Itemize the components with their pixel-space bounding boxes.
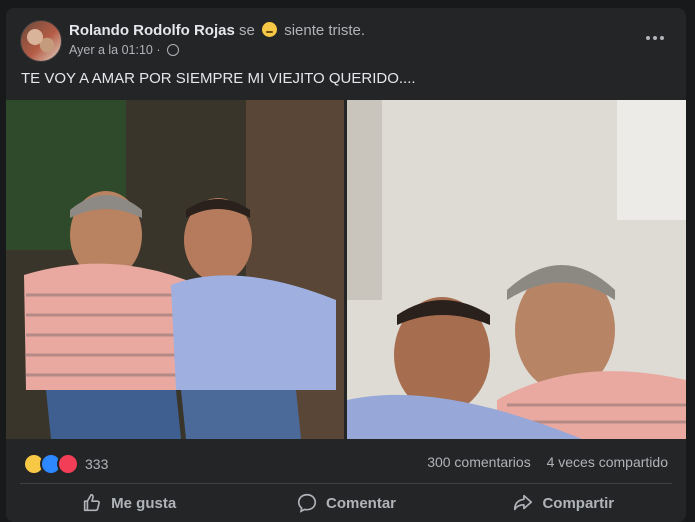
sad-face-icon — [262, 22, 278, 37]
globe-icon[interactable] — [166, 44, 179, 56]
timestamp[interactable]: Ayer a la 01:10 · — [69, 43, 161, 57]
comment-label: Comentar — [325, 494, 396, 512]
reaction-stats: 333 300 comentarios 4 veces compartido — [6, 448, 686, 476]
more-options-icon — [646, 36, 650, 40]
reaction-count: 333 — [85, 456, 109, 472]
post-meta: Ayer a la 01:10 · — [69, 43, 179, 57]
feeling-prefix: se — [239, 22, 255, 39]
author-line: Rolando Rodolfo Rojas se siente triste. — [69, 22, 365, 39]
photo-grid — [6, 100, 686, 439]
reactions-summary[interactable]: 333 — [23, 453, 108, 475]
engagement-counts: 300 comentarios 4 veces compartido — [427, 454, 668, 470]
photo-left-image — [6, 100, 344, 439]
comment-button[interactable]: Comentar — [237, 486, 454, 520]
more-options-button[interactable] — [640, 26, 670, 50]
divider — [20, 483, 672, 484]
post-header: Rolando Rodolfo Rojas se siente triste. … — [6, 8, 686, 68]
author-avatar[interactable] — [20, 20, 62, 62]
like-label: Me gusta — [111, 494, 177, 512]
share-arrow-icon — [514, 494, 533, 511]
share-label: Compartir — [542, 494, 615, 512]
love-reaction-icon — [57, 453, 79, 475]
thumbs-up-icon — [83, 493, 101, 512]
like-button[interactable]: Me gusta — [20, 486, 237, 520]
more-options-icon — [660, 36, 664, 40]
post-card: Rolando Rodolfo Rojas se siente triste. … — [6, 8, 686, 522]
author-name[interactable]: Rolando Rodolfo Rojas — [69, 22, 235, 39]
comment-bubble-icon — [297, 493, 317, 513]
action-bar: Me gusta Comentar Compartir — [20, 486, 672, 520]
photo-right-image — [347, 100, 686, 439]
shares-count[interactable]: 4 veces compartido — [547, 454, 668, 470]
feeling-text: siente triste. — [284, 22, 366, 39]
comments-count[interactable]: 300 comentarios — [427, 454, 531, 470]
more-options-icon — [653, 36, 657, 40]
post-text: TE VOY A AMAR POR SIEMPRE MI VIEJITO QUE… — [21, 70, 416, 87]
photo-right[interactable] — [347, 100, 686, 439]
photo-left[interactable] — [6, 100, 344, 439]
share-button[interactable]: Compartir — [455, 486, 672, 520]
